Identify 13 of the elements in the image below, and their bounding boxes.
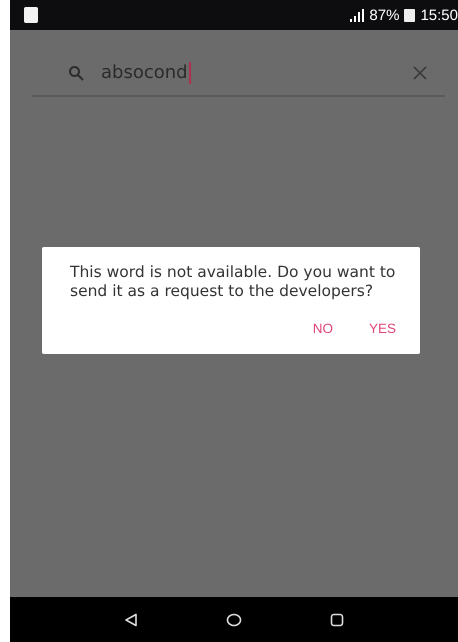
recents-icon[interactable] (330, 612, 344, 626)
battery-icon (404, 8, 416, 22)
home-icon[interactable] (226, 612, 242, 626)
clock-time: 15:50 (420, 6, 458, 24)
search-field[interactable]: absocond (32, 50, 445, 97)
signal-icon (350, 8, 366, 22)
dialog-button[interactable]: YES (362, 315, 402, 342)
search-icon (68, 64, 84, 80)
dialog-message: This word is not available. Do you want to send it as a request to the developers? (70, 263, 396, 301)
battery-percentage: 87% (369, 6, 400, 24)
notification-icon (24, 7, 38, 23)
dialog-button[interactable]: NO (306, 315, 339, 342)
back-icon[interactable] (124, 612, 138, 626)
